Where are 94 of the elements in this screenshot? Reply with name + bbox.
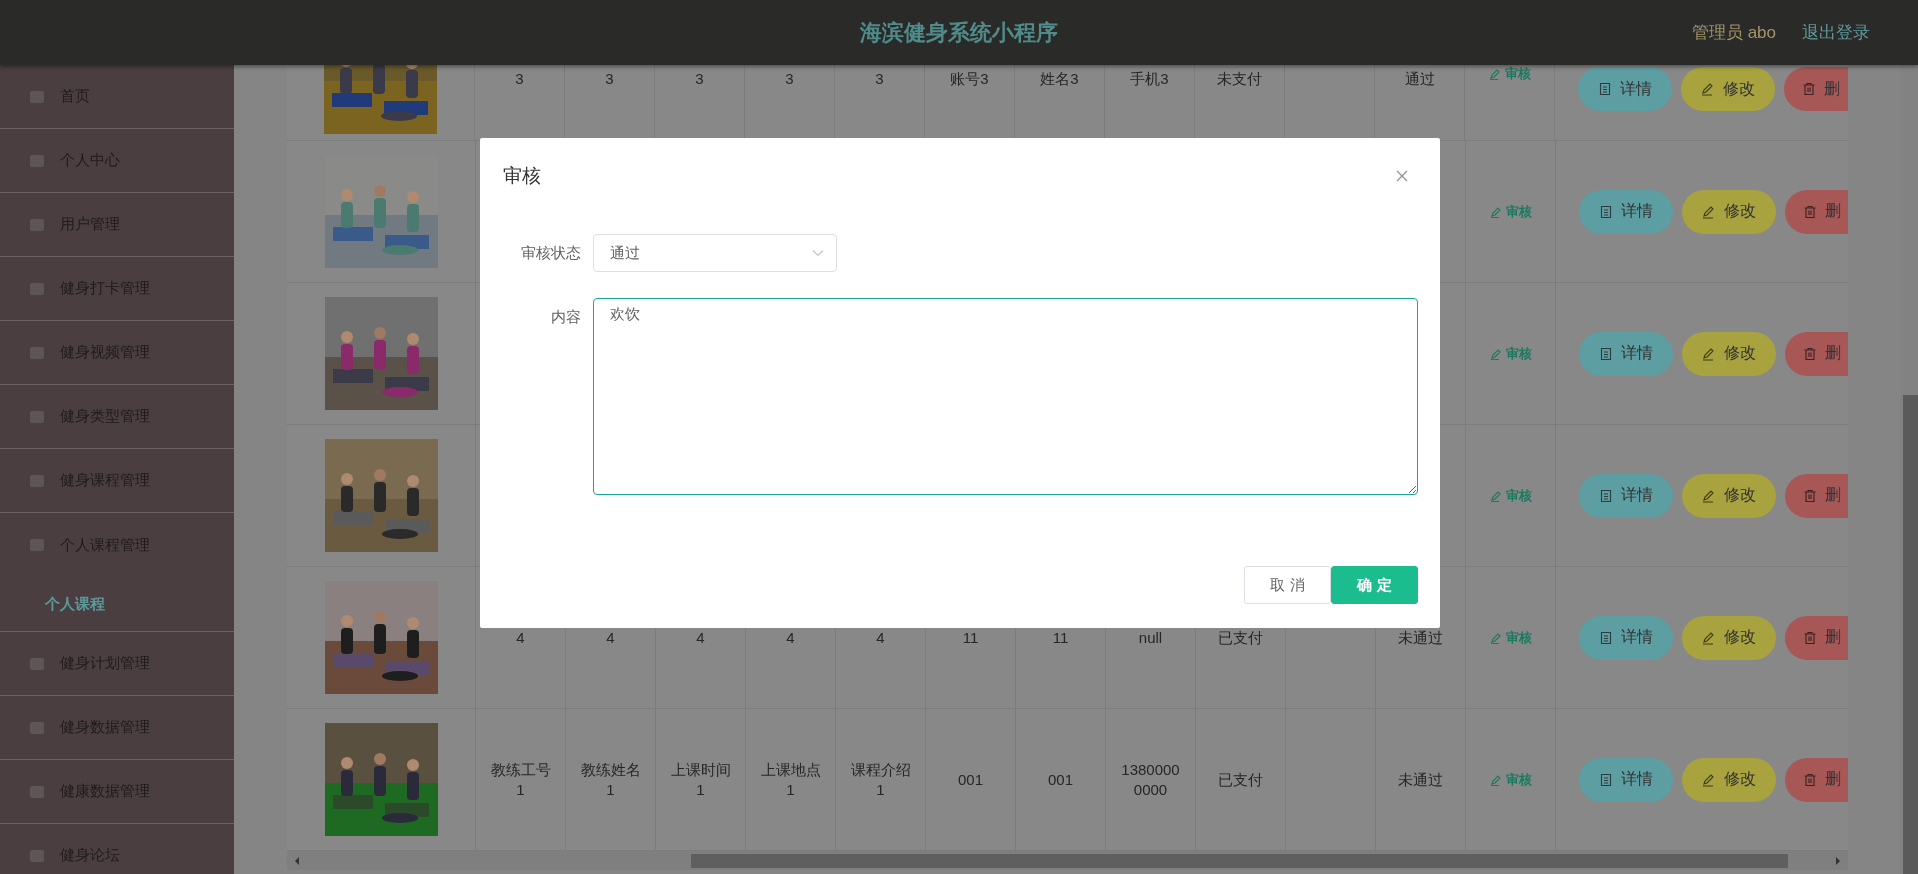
document-icon: [1599, 488, 1613, 503]
delete-button[interactable]: 删: [1785, 331, 1848, 376]
table-cell: 通过: [1404, 69, 1435, 89]
trash-icon: [1803, 630, 1817, 645]
review-link[interactable]: 审核: [1489, 486, 1532, 505]
pencil-icon: [1702, 488, 1716, 503]
review-link[interactable]: 审核: [1489, 628, 1532, 647]
logout-link[interactable]: 退出登录: [1802, 21, 1870, 44]
table-cell: 001: [1048, 769, 1073, 790]
edit-button[interactable]: 修改: [1682, 473, 1776, 518]
pencil-icon: [1702, 772, 1716, 787]
document-icon: [1598, 82, 1612, 96]
edit-button[interactable]: 修改: [1682, 615, 1776, 660]
table-cell: 3: [695, 69, 704, 89]
user-label: 管理员 abo: [1691, 22, 1776, 44]
table-cell: 未通过: [1398, 769, 1443, 790]
table-cell: 3: [875, 69, 884, 89]
table-cell: 未支付: [1217, 69, 1262, 89]
table-cell: 4: [876, 627, 885, 648]
table-cell: 4: [696, 627, 705, 648]
delete-button[interactable]: 删: [1785, 473, 1848, 518]
content-textarea[interactable]: 欢饮: [593, 298, 1418, 495]
table-cell: 已支付: [1218, 627, 1263, 648]
delete-button[interactable]: 删: [1785, 615, 1848, 660]
dialog-title: 审核: [503, 164, 541, 188]
table-cell: 11: [962, 627, 979, 648]
table-cell: 3: [785, 69, 794, 89]
trash-icon: [1803, 204, 1817, 219]
delete-button[interactable]: 删: [1785, 757, 1848, 802]
pencil-icon: [1489, 205, 1502, 218]
table-cell: 教练工号1: [490, 759, 551, 800]
table-cell: null: [1138, 627, 1163, 648]
detail-button[interactable]: 详情: [1578, 67, 1672, 111]
table-cell: 001: [958, 769, 983, 790]
field-label: 审核状态: [520, 243, 581, 263]
table-cell: 11: [1052, 627, 1069, 648]
pencil-icon: [1701, 82, 1715, 96]
status-select[interactable]: 通过: [593, 234, 837, 272]
detail-button[interactable]: 详情: [1579, 331, 1673, 376]
confirm-button[interactable]: 确定: [1331, 566, 1418, 604]
table-cell: 未通过: [1398, 627, 1443, 648]
table-cell: 3: [515, 69, 524, 89]
table-cell: 3: [605, 69, 614, 89]
table-cell: 4: [606, 627, 615, 648]
pencil-icon: [1489, 773, 1502, 786]
detail-button[interactable]: 详情: [1579, 473, 1673, 518]
close-icon[interactable]: [1395, 169, 1409, 183]
scroll-left-icon[interactable]: [293, 855, 301, 866]
review-link[interactable]: 审核: [1489, 202, 1532, 221]
vertical-scrollbar[interactable]: [1900, 65, 1918, 874]
trash-icon: [1802, 82, 1816, 96]
table-cell: 手机3: [1130, 69, 1169, 89]
trash-icon: [1803, 772, 1817, 787]
document-icon: [1599, 630, 1613, 645]
pencil-icon: [1488, 68, 1501, 80]
edit-button[interactable]: 修改: [1682, 757, 1776, 802]
edit-button[interactable]: 修改: [1682, 189, 1776, 234]
review-link[interactable]: 审核: [1488, 65, 1531, 83]
review-link[interactable]: 审核: [1489, 344, 1532, 363]
edit-button[interactable]: 修改: [1681, 67, 1775, 111]
edit-button[interactable]: 修改: [1682, 331, 1776, 376]
delete-button[interactable]: 删: [1784, 67, 1848, 111]
table-cell: 已支付: [1218, 769, 1263, 790]
document-icon: [1599, 772, 1613, 787]
delete-button[interactable]: 删: [1785, 189, 1848, 234]
pencil-icon: [1489, 489, 1502, 502]
table-cell: 账号3: [950, 69, 989, 89]
table-cell: 上课时间1: [670, 759, 731, 800]
table-cell: 教练姓名1: [580, 759, 641, 800]
chevron-down-icon: [812, 249, 824, 257]
scroll-right-icon[interactable]: [1834, 855, 1842, 866]
field-label: 内容: [550, 307, 581, 327]
review-link[interactable]: 审核: [1489, 770, 1532, 789]
document-icon: [1599, 346, 1613, 361]
pencil-icon: [1702, 346, 1716, 361]
table-cell: 上课地点1: [760, 759, 821, 800]
table-cell: 13800000000: [1120, 759, 1181, 800]
table-cell: 4: [516, 627, 525, 648]
table-cell: 姓名3: [1040, 69, 1079, 89]
pencil-icon: [1702, 630, 1716, 645]
trash-icon: [1803, 346, 1817, 361]
document-icon: [1599, 204, 1613, 219]
cancel-button[interactable]: 取消: [1244, 566, 1331, 604]
detail-button[interactable]: 详情: [1579, 757, 1673, 802]
detail-button[interactable]: 详情: [1579, 189, 1673, 234]
pencil-icon: [1702, 204, 1716, 219]
app-title: 海滨健身系统小程序: [860, 18, 1058, 47]
pencil-icon: [1489, 631, 1502, 644]
table-cell: 4: [786, 627, 795, 648]
horizontal-scrollbar[interactable]: [287, 851, 1848, 870]
table-cell: 课程介绍1: [850, 759, 911, 800]
detail-button[interactable]: 详情: [1579, 615, 1673, 660]
pencil-icon: [1489, 347, 1502, 360]
trash-icon: [1803, 488, 1817, 503]
